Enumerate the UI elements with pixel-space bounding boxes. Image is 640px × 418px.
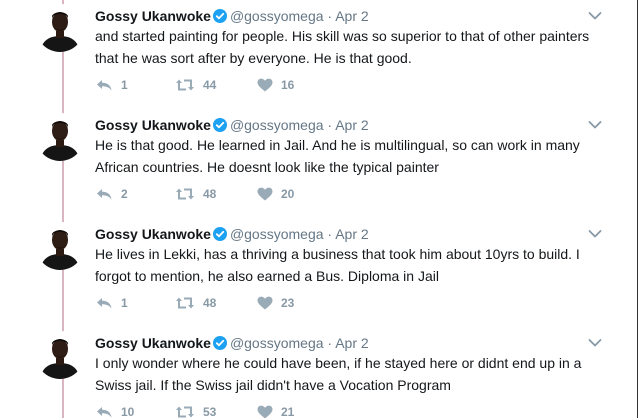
retweet-count: 44 — [203, 78, 217, 92]
window-border — [637, 0, 638, 418]
retweet-icon — [175, 187, 195, 201]
reply-button[interactable]: 1 — [95, 76, 128, 94]
author-handle[interactable]: @gossyomega — [230, 335, 324, 351]
heart-icon — [257, 78, 273, 92]
avatar[interactable] — [36, 222, 84, 270]
author-name[interactable]: Gossy Ukanwoke — [95, 335, 211, 351]
retweet-icon — [175, 405, 195, 418]
author-name[interactable]: Gossy Ukanwoke — [95, 8, 211, 24]
like-count: 16 — [281, 78, 295, 92]
avatar[interactable] — [36, 113, 84, 161]
tweet-header: Gossy Ukanwoke @gossyomega · Apr 2 — [95, 7, 369, 27]
tweet-thread: Gossy Ukanwoke @gossyomega · Apr 2 and st… — [0, 0, 640, 418]
chevron-down-icon[interactable] — [588, 8, 602, 20]
retweet-button[interactable]: 48 — [175, 185, 216, 203]
reply-button[interactable]: 10 — [95, 403, 134, 418]
tweet-date[interactable]: Apr 2 — [335, 117, 368, 133]
retweet-button[interactable]: 48 — [175, 294, 216, 312]
reply-icon — [95, 405, 113, 418]
reply-count: 2 — [121, 187, 128, 201]
chevron-down-icon[interactable] — [588, 335, 602, 347]
tweet[interactable]: Gossy Ukanwoke @gossyomega · Apr 2 He liv… — [0, 218, 630, 326]
tweet-text: He is that good. He learned in Jail. And… — [95, 137, 580, 175]
tweet-text: and started painting for people. His ski… — [95, 28, 590, 66]
tweet[interactable]: Gossy Ukanwoke @gossyomega · Apr 2 He is … — [0, 109, 630, 217]
heart-icon — [257, 405, 273, 418]
reply-icon — [95, 78, 113, 92]
like-button[interactable]: 16 — [257, 76, 294, 94]
tweet[interactable]: Gossy Ukanwoke @gossyomega · Apr 2 I only… — [0, 327, 630, 418]
tweet-date[interactable]: Apr 2 — [335, 226, 368, 242]
like-count: 20 — [281, 187, 295, 201]
reply-icon — [95, 296, 113, 310]
retweet-count: 53 — [203, 405, 217, 418]
author-handle[interactable]: @gossyomega — [230, 226, 324, 242]
retweet-count: 48 — [203, 187, 217, 201]
like-button[interactable]: 20 — [257, 185, 294, 203]
chevron-down-icon[interactable] — [588, 226, 602, 238]
like-count: 23 — [281, 296, 295, 310]
heart-icon — [257, 187, 273, 201]
heart-icon — [257, 296, 273, 310]
retweet-button[interactable]: 53 — [175, 403, 216, 418]
retweet-icon — [175, 296, 195, 310]
tweet[interactable]: Gossy Ukanwoke @gossyomega · Apr 2 and st… — [0, 0, 630, 108]
author-handle[interactable]: @gossyomega — [230, 8, 324, 24]
reply-count: 10 — [121, 405, 135, 418]
tweet-text: He lives in Lekki, has a thriving a busi… — [95, 246, 580, 284]
avatar[interactable] — [36, 4, 84, 52]
reply-icon — [95, 187, 113, 201]
tweet-text: I only wonder where he could have been, … — [95, 355, 582, 393]
tweet-date[interactable]: Apr 2 — [335, 8, 368, 24]
chevron-down-icon[interactable] — [588, 117, 602, 129]
separator-dot: · — [327, 226, 333, 242]
author-name[interactable]: Gossy Ukanwoke — [95, 117, 211, 133]
author-name[interactable]: Gossy Ukanwoke — [95, 226, 211, 242]
retweet-button[interactable]: 44 — [175, 76, 216, 94]
reply-button[interactable]: 2 — [95, 185, 128, 203]
tweet-header: Gossy Ukanwoke @gossyomega · Apr 2 — [95, 116, 369, 136]
retweet-icon — [175, 78, 195, 92]
retweet-count: 48 — [203, 296, 217, 310]
tweet-header: Gossy Ukanwoke @gossyomega · Apr 2 — [95, 225, 369, 245]
reply-button[interactable]: 1 — [95, 294, 128, 312]
tweet-header: Gossy Ukanwoke @gossyomega · Apr 2 — [95, 334, 369, 354]
separator-dot: · — [327, 8, 333, 24]
reply-count: 1 — [121, 296, 128, 310]
tweet-date[interactable]: Apr 2 — [335, 335, 368, 351]
like-count: 21 — [281, 405, 295, 418]
separator-dot: · — [327, 117, 333, 133]
avatar[interactable] — [36, 331, 84, 379]
separator-dot: · — [327, 335, 333, 351]
like-button[interactable]: 23 — [257, 294, 294, 312]
like-button[interactable]: 21 — [257, 403, 294, 418]
reply-count: 1 — [121, 78, 128, 92]
author-handle[interactable]: @gossyomega — [230, 117, 324, 133]
